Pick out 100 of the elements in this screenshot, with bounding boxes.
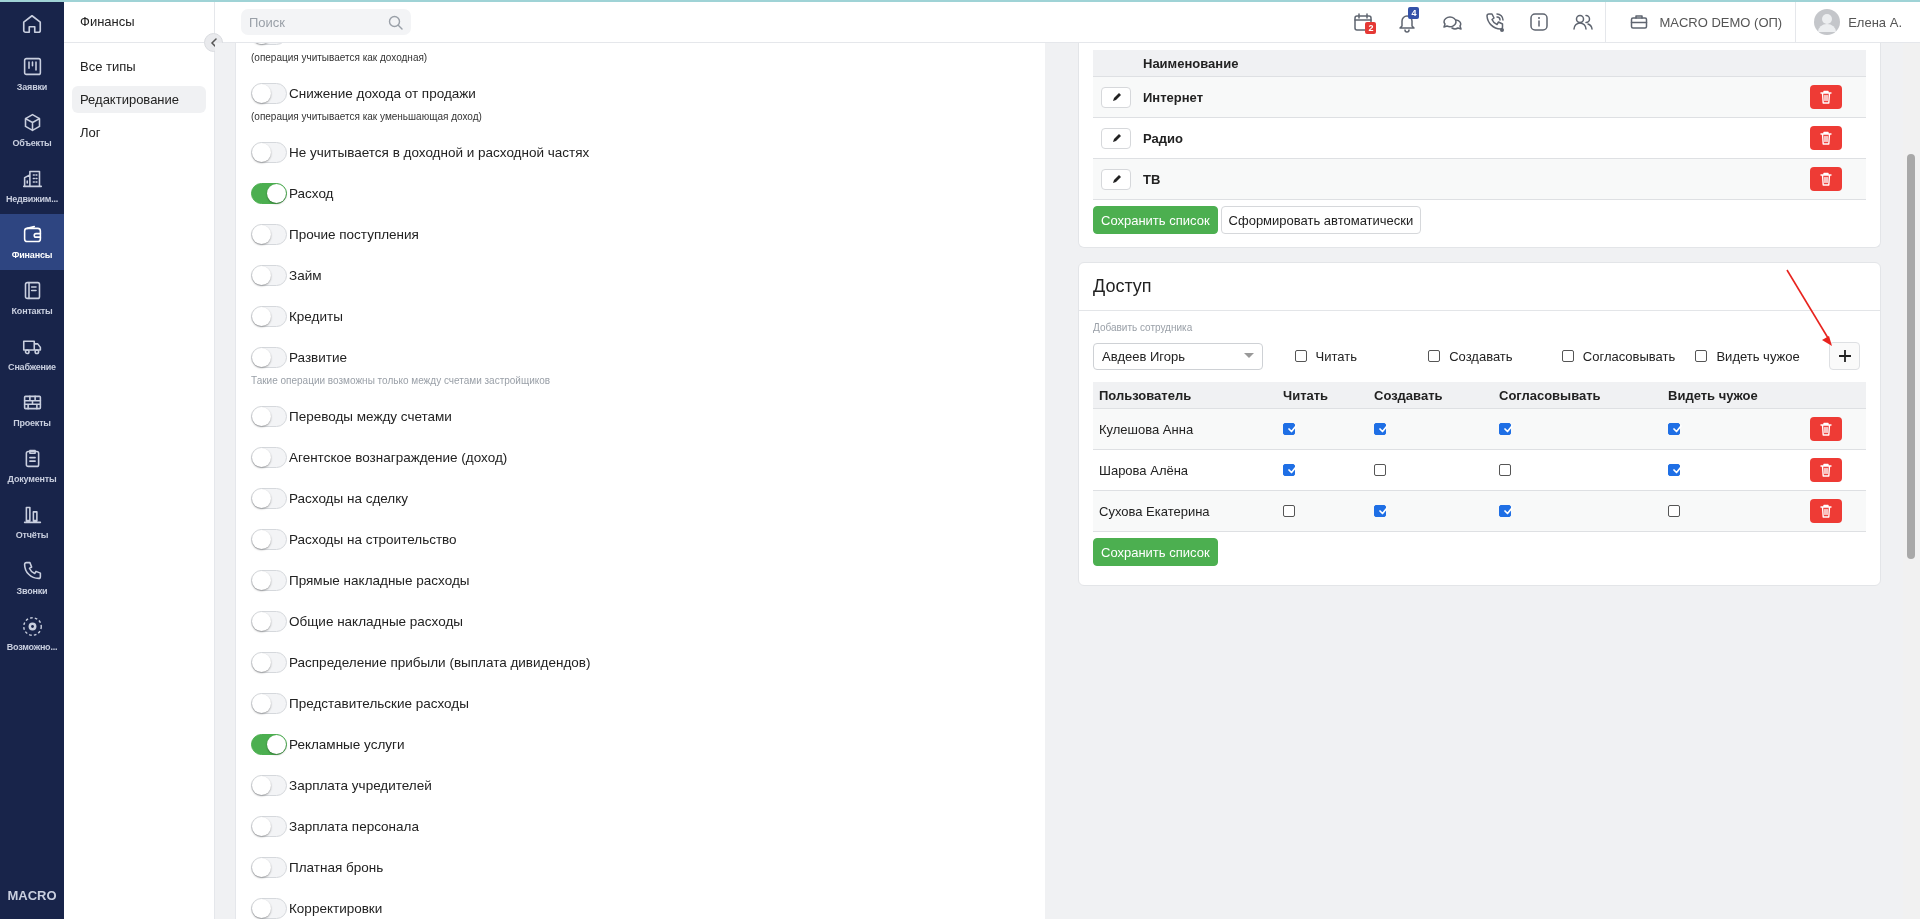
pencil-icon [1110, 173, 1122, 185]
info-icon [1528, 11, 1551, 33]
checkbox[interactable] [1668, 464, 1680, 476]
delete-button[interactable] [1810, 126, 1842, 150]
toggle-label: Прочие поступления [289, 226, 419, 242]
delete-button[interactable] [1810, 499, 1842, 523]
table-cell-text: ТВ [1143, 171, 1162, 187]
column-header: Согласовывать [1499, 387, 1602, 403]
edit-button[interactable] [1101, 168, 1131, 190]
toggle-label: Снижение дохода от продажи [289, 85, 476, 101]
organization-button[interactable]: MACRO DEMO (ОП) [1606, 2, 1796, 42]
checkmark-icon [1503, 425, 1513, 433]
checkbox[interactable] [1428, 350, 1441, 362]
search-field[interactable]: Поиск [241, 9, 411, 35]
subnav-item[interactable]: Все типы [72, 53, 206, 80]
calendar-icon [1352, 11, 1375, 33]
delete-button[interactable] [1810, 417, 1842, 441]
toggle-label: Не учитывается в доходной и расходной частях [289, 144, 590, 160]
column-header: Наименование [1143, 55, 1240, 71]
toggle-label: Распределение прибыли (выплата дивидендов) [289, 654, 591, 670]
delete-button[interactable] [1810, 85, 1842, 109]
chevron-left-icon [209, 37, 218, 48]
plus-icon [1838, 350, 1851, 362]
checkbox[interactable] [1499, 505, 1511, 517]
checkbox[interactable] [1695, 350, 1708, 362]
table-cell-text: Сухова Екатерина [1098, 503, 1211, 519]
toggle-label: Расход [289, 185, 334, 201]
toggle-label: Займ [289, 267, 322, 283]
checkbox[interactable] [1374, 464, 1386, 476]
nav-item[interactable]: Недвижим... [0, 158, 64, 214]
brand-logo: MACRO [7, 888, 57, 903]
count-badge: 2 [1365, 22, 1377, 34]
toggle-label: Общие накладные расходы [289, 613, 463, 629]
table-cell-text: Радио [1143, 130, 1184, 146]
checkbox[interactable] [1374, 505, 1386, 517]
calendar-button[interactable]: 2 [1341, 2, 1386, 42]
toggle-label: Представительские расходы [289, 695, 469, 711]
nav-item[interactable]: Объекты [0, 102, 64, 158]
user-menu-button[interactable]: Елена А. [1796, 2, 1920, 42]
checkbox[interactable] [1499, 423, 1511, 435]
trash-icon [1818, 89, 1834, 105]
checkbox[interactable] [1283, 505, 1295, 517]
note-text: (операция учитывается как доходная) [251, 51, 429, 65]
checkbox[interactable] [1283, 464, 1295, 476]
nav-item[interactable]: Контакты [0, 270, 64, 326]
checkbox[interactable] [1283, 423, 1295, 435]
toggle-label: Расходы на строительство [289, 531, 457, 547]
nav-item[interactable]: Проекты [0, 382, 64, 438]
field-label: Добавить сотрудника [1093, 322, 1194, 335]
column-header: Создавать [1374, 387, 1444, 403]
checkbox[interactable] [1561, 350, 1574, 362]
checkmark-icon [1378, 507, 1388, 515]
kanban-icon [21, 56, 43, 77]
add-button[interactable] [1829, 342, 1860, 370]
checkbox[interactable] [1668, 505, 1680, 517]
trash-icon [1818, 421, 1834, 437]
briefcase-icon [1630, 14, 1649, 30]
delete-button[interactable] [1810, 458, 1842, 482]
nav-item[interactable]: Отчёты [0, 494, 64, 550]
checkbox[interactable] [1668, 423, 1680, 435]
trash-icon [1818, 462, 1834, 478]
toggle-label: Зарплата персонала [289, 818, 419, 834]
checkbox-label: Создавать [1449, 348, 1513, 364]
checkbox-label: Видеть чужое [1716, 348, 1800, 364]
subnav-item[interactable]: Лог [72, 119, 206, 146]
checkbox[interactable] [1374, 423, 1386, 435]
card-title: Доступ [1079, 263, 1880, 311]
checkbox[interactable] [1499, 464, 1511, 476]
edit-button[interactable] [1101, 86, 1131, 108]
employee-select[interactable]: Авдеев Игорь [1093, 342, 1263, 370]
scrollbar-thumb[interactable] [1907, 154, 1915, 559]
checkmark-icon [1287, 466, 1297, 474]
edit-button[interactable] [1101, 127, 1131, 149]
notifications-button[interactable]: 4 [1385, 2, 1430, 42]
nav-item[interactable]: Звонки [0, 550, 64, 606]
table-cell-text: Шарова Алёна [1098, 462, 1190, 478]
delete-button[interactable] [1810, 167, 1842, 191]
search-icon [388, 15, 403, 30]
toggle-switch[interactable] [251, 733, 287, 755]
checkbox-label: Согласовывать [1582, 348, 1676, 364]
count-badge: 4 [1408, 7, 1420, 19]
phone-icon [1484, 11, 1507, 33]
toggle-label: Рекламные услуги [289, 736, 405, 752]
subnav-item[interactable]: Редактирование [72, 86, 206, 113]
phone-icon [21, 560, 43, 581]
trash-icon [1818, 503, 1834, 519]
nav-item[interactable]: Документы [0, 438, 64, 494]
toggle-switch[interactable] [251, 182, 287, 204]
nav-item[interactable]: Финансы [0, 214, 64, 270]
toggle-label: Прямые накладные расходы [289, 572, 470, 588]
pencil-icon [1110, 132, 1122, 144]
nav-item[interactable]: Заявки [0, 46, 64, 102]
nav-item[interactable]: Снабжение [0, 326, 64, 382]
checkbox[interactable] [1294, 350, 1307, 362]
checkbox-label: Читать [1315, 348, 1357, 364]
trash-icon [1818, 171, 1834, 187]
toggle-label: Агентское вознаграждение (доход) [289, 449, 508, 465]
generate-button[interactable]: Сформировать автоматически [1220, 206, 1422, 234]
nav-item[interactable]: Возможно... [0, 606, 64, 662]
toggle-label: Переводы между счетами [289, 408, 452, 424]
